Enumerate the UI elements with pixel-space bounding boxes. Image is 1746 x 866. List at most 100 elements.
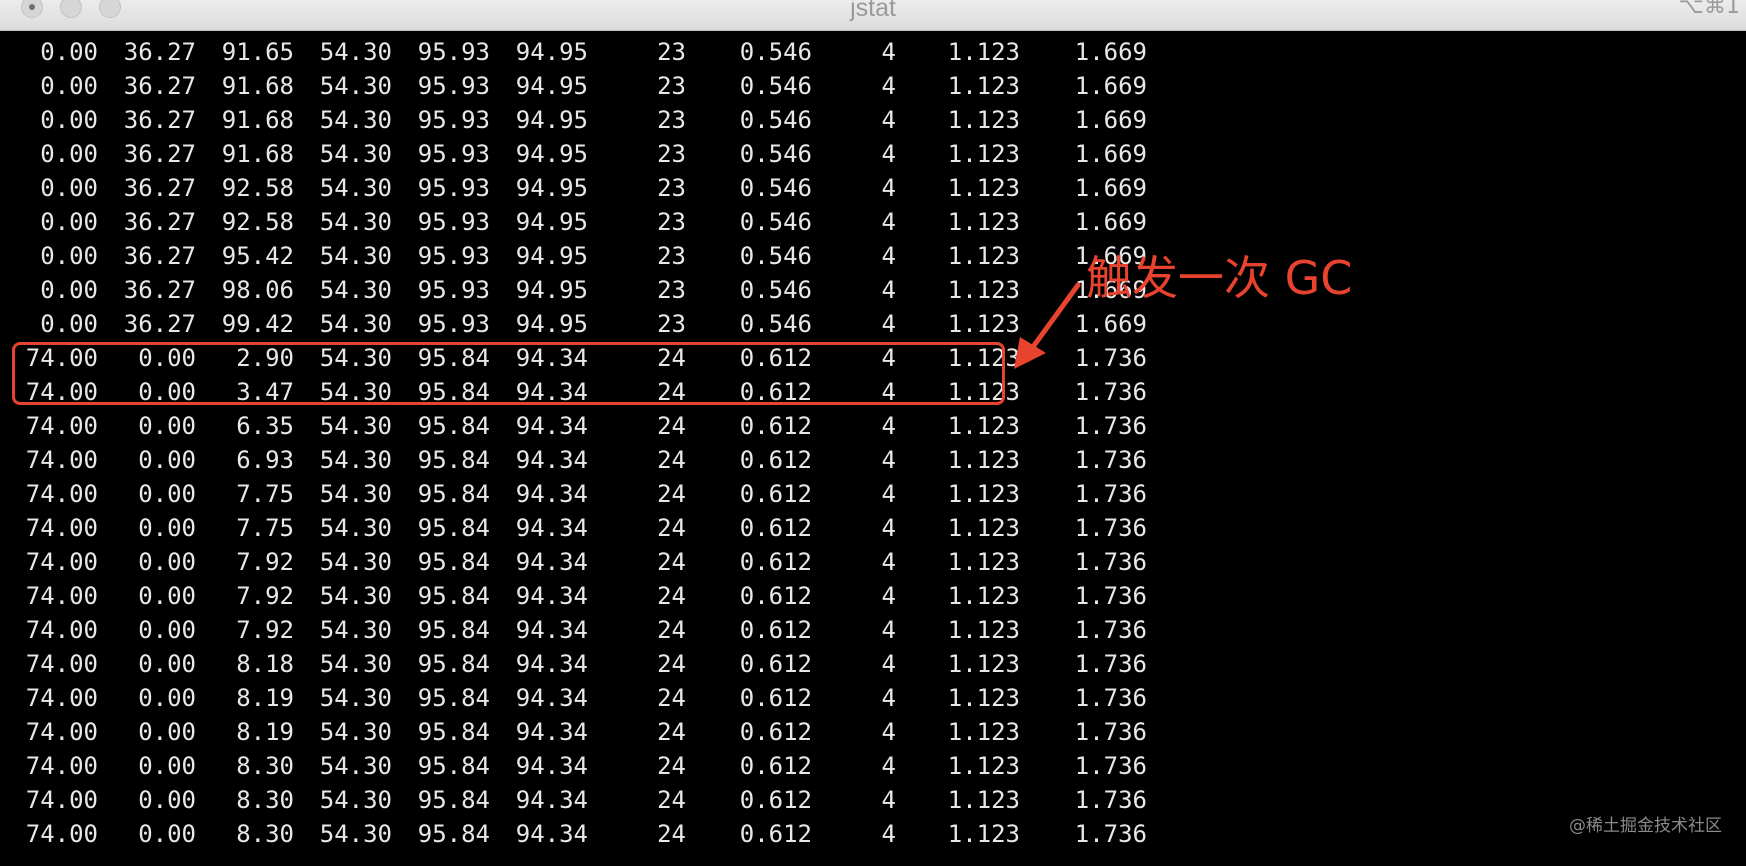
- window-title: jstat: [850, 0, 896, 22]
- table-cell: 92.58: [221, 174, 294, 202]
- table-cell: 7.92: [236, 616, 294, 644]
- table-cell: 1.123: [947, 718, 1020, 746]
- table-cell: 94.34: [515, 412, 588, 440]
- table-cell: 54.30: [319, 752, 392, 780]
- table-cell: 92.58: [221, 208, 294, 236]
- table-cell: 0.00: [40, 208, 98, 236]
- table-cell: 1.669: [1074, 208, 1147, 236]
- watermark: @稀土掘金技术社区: [1569, 816, 1722, 836]
- table-cell: 74.00: [25, 650, 98, 678]
- table-cell: 54.30: [319, 310, 392, 338]
- table-cell: 36.27: [123, 38, 196, 66]
- table-cell: 94.34: [515, 548, 588, 576]
- table-cell: 4: [881, 514, 896, 542]
- table-cell: 36.27: [123, 208, 196, 236]
- table-cell: 24: [657, 582, 686, 610]
- table-cell: 95.93: [417, 174, 490, 202]
- table-cell: 54.30: [319, 446, 392, 474]
- table-cell: 95.93: [417, 38, 490, 66]
- table-cell: 1.736: [1074, 616, 1147, 644]
- table-cell: 74.00: [25, 616, 98, 644]
- tab-shortcut-label: ⌥⌘1: [1678, 0, 1740, 19]
- table-cell: 95.93: [417, 310, 490, 338]
- table-cell: 95.84: [417, 650, 490, 678]
- table-cell: 1.123: [947, 72, 1020, 100]
- table-row: 74.00 0.00 8.19 54.30 95.84 94.34 24 0.612 4 1.12…: [0, 681, 1200, 715]
- table-cell: 98.06: [221, 276, 294, 304]
- table-cell: 0.00: [138, 582, 196, 610]
- table-cell: 1.736: [1074, 446, 1147, 474]
- table-cell: 91.65: [221, 38, 294, 66]
- table-cell: 91.68: [221, 72, 294, 100]
- table-cell: 36.27: [123, 276, 196, 304]
- table-cell: 1.669: [1074, 140, 1147, 168]
- table-cell: 54.30: [319, 72, 392, 100]
- table-cell: 24: [657, 752, 686, 780]
- table-cell: 23: [657, 174, 686, 202]
- table-cell: 94.95: [515, 276, 588, 304]
- table-cell: 95.84: [417, 480, 490, 508]
- table-cell: 95.84: [417, 718, 490, 746]
- table-cell: 74.00: [25, 480, 98, 508]
- table-cell: 54.30: [319, 616, 392, 644]
- title-bar[interactable]: jstat ⌥⌘1: [0, 0, 1746, 31]
- table-cell: 54.30: [319, 242, 392, 270]
- table-row: 74.00 0.00 8.30 54.30 95.84 94.34 24 0.612 4 1.12…: [0, 783, 1200, 817]
- table-cell: 8.30: [236, 820, 294, 848]
- table-cell: 95.93: [417, 208, 490, 236]
- table-cell: 95.93: [417, 106, 490, 134]
- table-cell: 36.27: [123, 140, 196, 168]
- table-row: 0.00 36.27 92.58 54.30 95.93 94.95 23 0.546 4 1.1…: [0, 205, 1200, 239]
- table-cell: 23: [657, 276, 686, 304]
- table-cell: 95.84: [417, 786, 490, 814]
- table-cell: 1.736: [1074, 684, 1147, 712]
- table-row: 0.00 36.27 91.68 54.30 95.93 94.95 23 0.546 4 1.1…: [0, 69, 1200, 103]
- table-cell: 94.95: [515, 310, 588, 338]
- table-cell: 74.00: [25, 446, 98, 474]
- table-cell: 4: [881, 786, 896, 814]
- table-cell: 8.19: [236, 718, 294, 746]
- table-cell: 8.19: [236, 684, 294, 712]
- table-cell: 4: [881, 616, 896, 644]
- table-cell: 94.95: [515, 140, 588, 168]
- table-cell: 54.30: [319, 582, 392, 610]
- table-cell: 94.34: [515, 718, 588, 746]
- table-cell: 0.00: [40, 106, 98, 134]
- table-cell: 24: [657, 820, 686, 848]
- table-cell: 94.34: [515, 752, 588, 780]
- table-cell: 94.34: [515, 684, 588, 712]
- table-cell: 0.00: [40, 242, 98, 270]
- table-cell: 94.34: [515, 650, 588, 678]
- table-cell: 1.736: [1074, 548, 1147, 576]
- table-cell: 74.00: [25, 412, 98, 440]
- table-cell: 54.30: [319, 412, 392, 440]
- table-cell: 1.123: [947, 446, 1020, 474]
- table-cell: 95.84: [417, 514, 490, 542]
- table-cell: 94.95: [515, 72, 588, 100]
- table-cell: 95.93: [417, 72, 490, 100]
- table-cell: 1.123: [947, 752, 1020, 780]
- table-cell: 36.27: [123, 72, 196, 100]
- table-cell: 24: [657, 786, 686, 814]
- table-cell: 0.00: [138, 412, 196, 440]
- table-cell: 54.30: [319, 276, 392, 304]
- table-cell: 1.736: [1074, 582, 1147, 610]
- table-cell: 0.00: [138, 786, 196, 814]
- table-cell: 94.34: [515, 514, 588, 542]
- table-cell: 7.92: [236, 582, 294, 610]
- table-cell: 36.27: [123, 106, 196, 134]
- terminal-output[interactable]: 74.00 0.00 8.30 54.30 95.84 94.34 24 0.612 4 1.12…: [0, 31, 1746, 866]
- table-cell: 1.123: [947, 582, 1020, 610]
- table-cell: 54.30: [319, 480, 392, 508]
- table-cell: 1.123: [947, 548, 1020, 576]
- table-cell: 54.30: [319, 106, 392, 134]
- table-cell: 1.736: [1074, 378, 1147, 406]
- table-cell: 94.34: [515, 446, 588, 474]
- table-cell: 94.34: [515, 480, 588, 508]
- table-cell: 1.123: [947, 514, 1020, 542]
- table-cell: 94.34: [515, 582, 588, 610]
- table-cell: 36.27: [123, 310, 196, 338]
- table-cell: 94.34: [515, 820, 588, 848]
- table-cell: 4: [881, 242, 896, 270]
- table-cell: 1.669: [1074, 72, 1147, 100]
